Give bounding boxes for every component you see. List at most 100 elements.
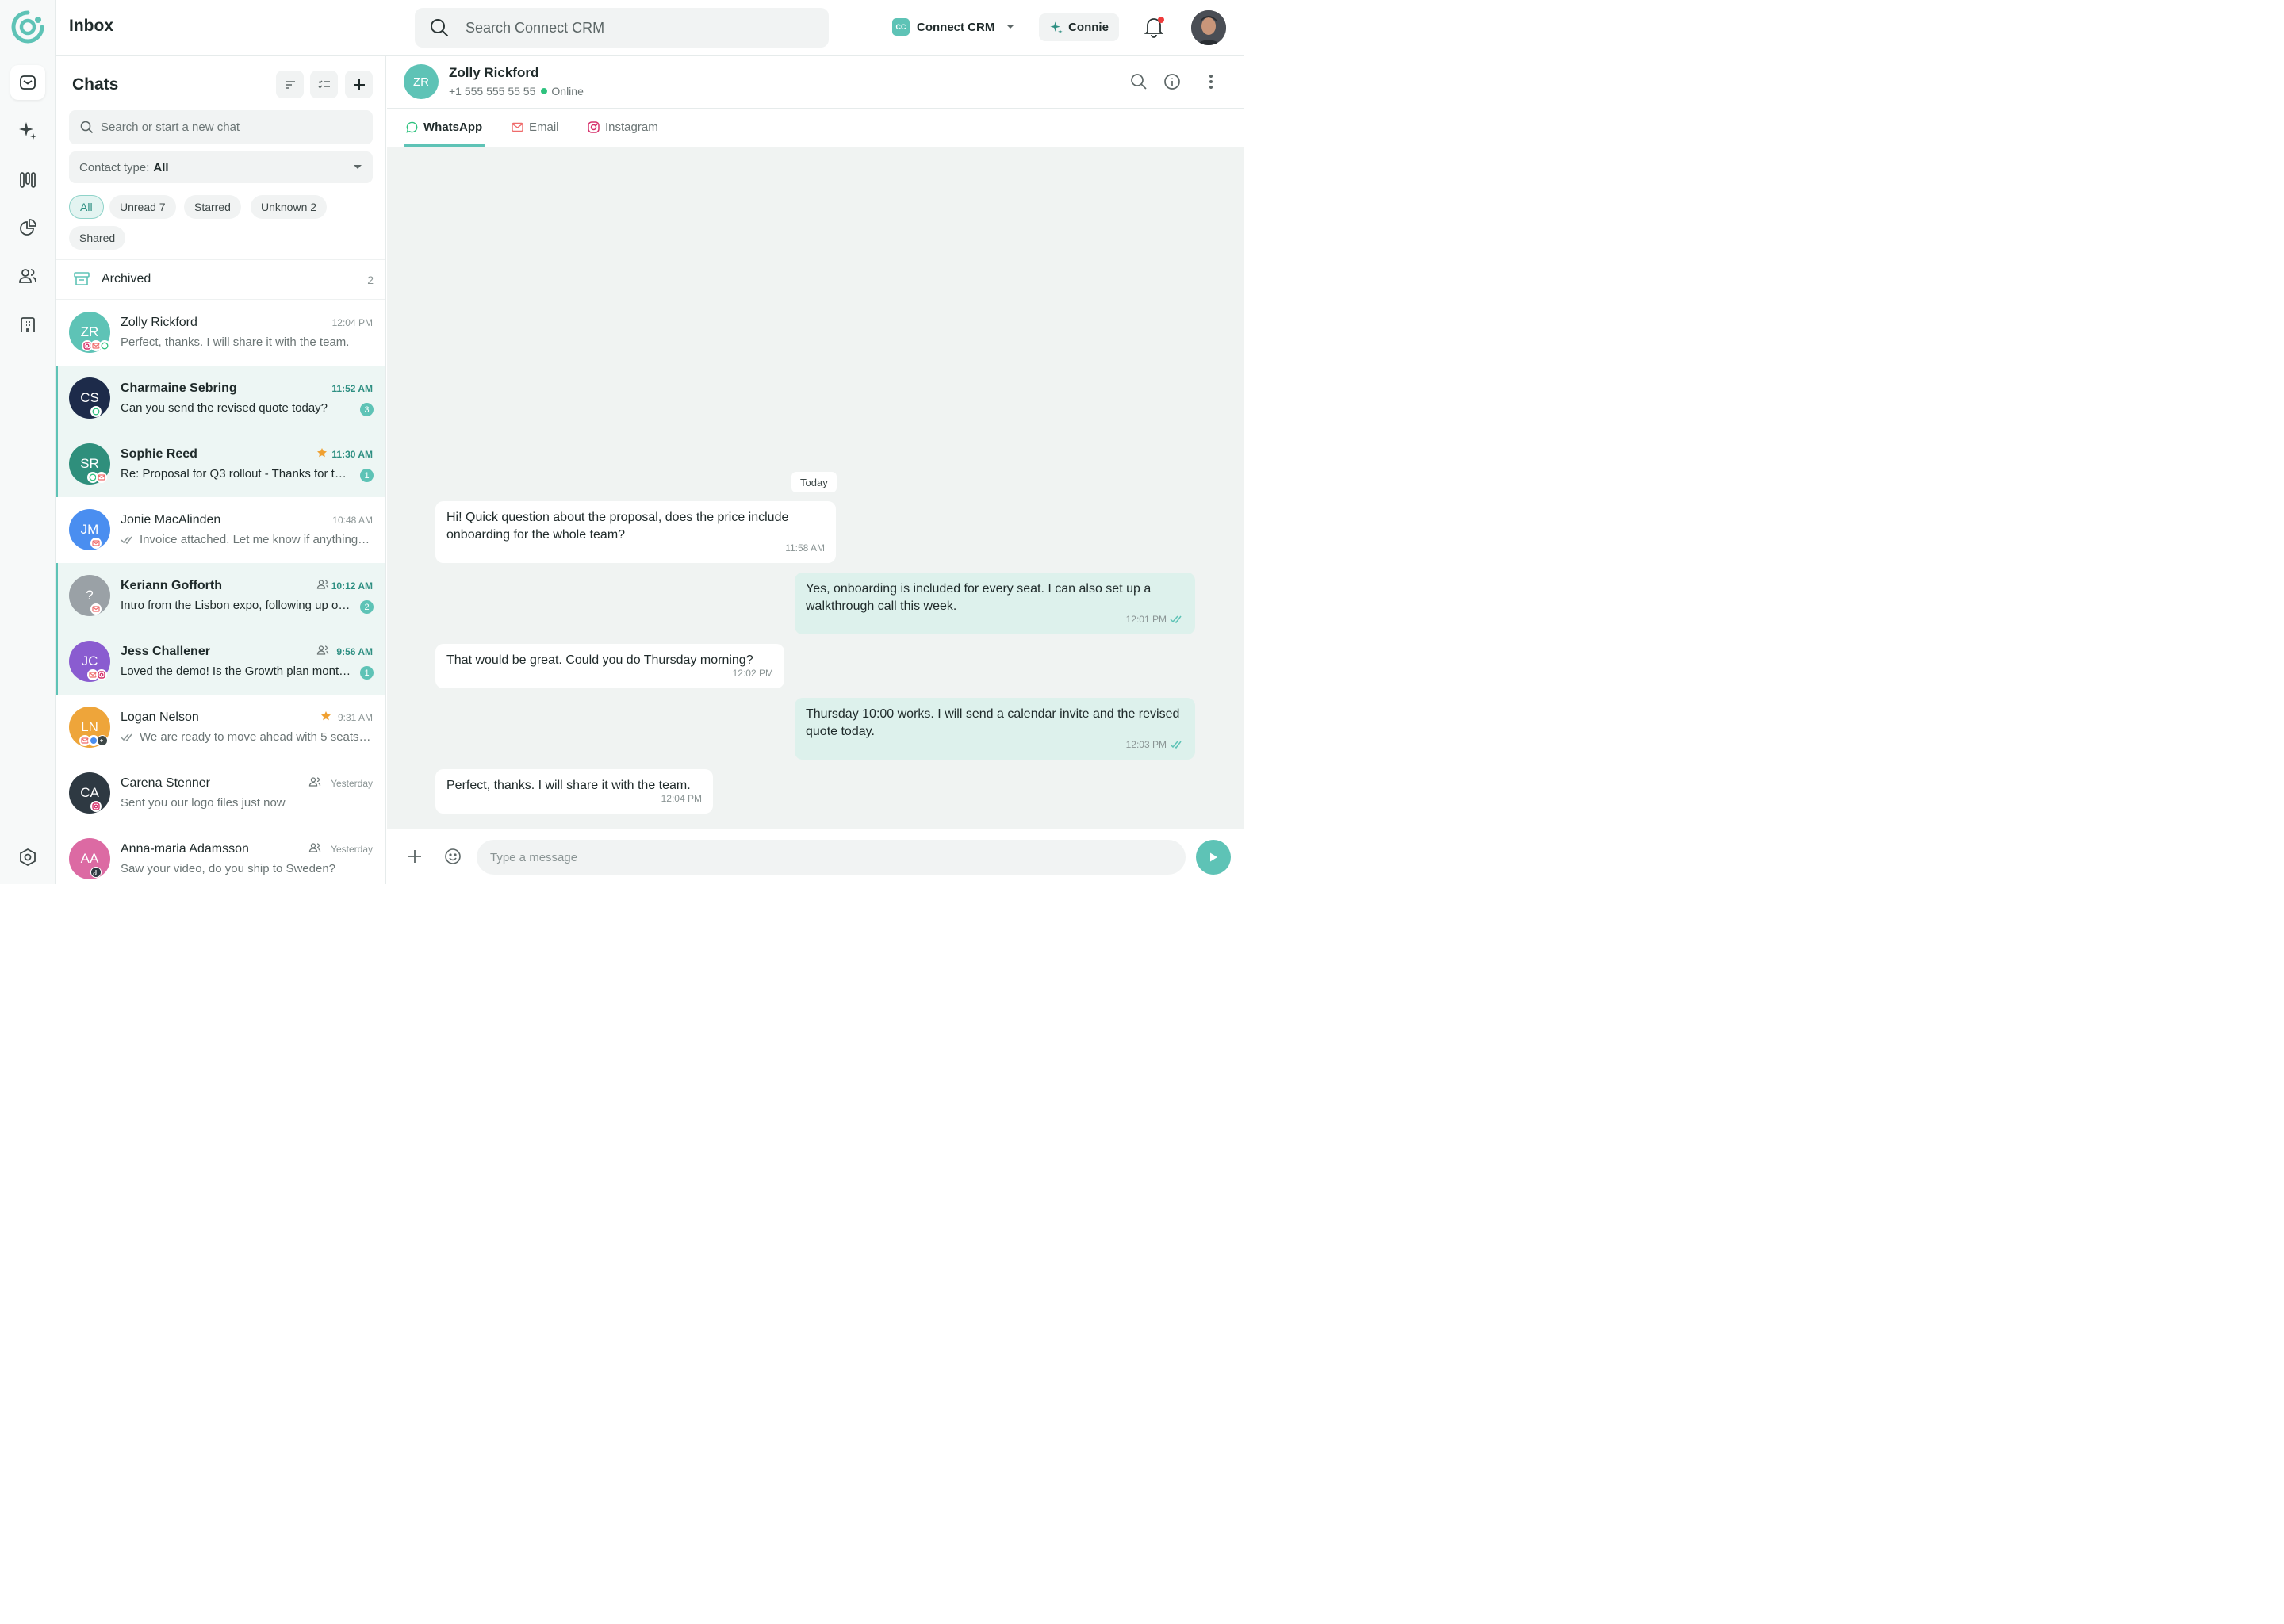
tab-whatsapp-label: WhatsApp [423, 121, 483, 134]
building-icon [21, 317, 35, 332]
message-bubble: Hi! Quick question about the proposal, d… [435, 501, 836, 563]
workspace-name: Connect CRM [917, 20, 995, 34]
chat-time: 11:30 AM [331, 449, 373, 460]
emoji-icon[interactable] [444, 848, 462, 865]
send-button[interactable] [1196, 840, 1231, 875]
contact-type-select[interactable]: Contact type: All [69, 151, 373, 183]
email-icon [90, 603, 102, 615]
contact-name[interactable]: Zolly Rickford [449, 65, 538, 81]
send-play-icon [1210, 852, 1217, 862]
pie-chart-icon [20, 219, 36, 236]
more-vertical-icon[interactable] [1208, 73, 1214, 90]
user-avatar[interactable] [1191, 10, 1226, 45]
filter-unread[interactable]: Unread 7 [109, 195, 176, 219]
workspace-badge: CC [892, 18, 910, 36]
chat-time: 10:48 AM [332, 515, 373, 526]
sparkle-icon [19, 122, 36, 140]
tab-whatsapp[interactable]: WhatsApp [406, 121, 482, 134]
chat-preview: Perfect, thanks. I will share it with th… [121, 335, 350, 349]
attach-plus-icon[interactable] [407, 848, 423, 864]
shared-users-icon [308, 777, 321, 787]
archived-row[interactable]: Archived 2 [56, 259, 385, 300]
unread-badge: 1 [360, 666, 374, 680]
nav-rail [0, 0, 56, 884]
sort-icon [285, 80, 295, 89]
star-icon [317, 448, 327, 458]
global-search-input[interactable]: Search Connect CRM [415, 8, 829, 48]
chat-item-zolly-rickford[interactable]: ZR Zolly Rickford 12:04 PM Perfect, than… [56, 300, 385, 366]
select-chats-button[interactable] [310, 71, 338, 98]
shared-users-icon [308, 843, 321, 852]
channel-icons [79, 735, 108, 746]
contacts-nav-button[interactable] [10, 259, 45, 293]
channel-icons [82, 340, 110, 351]
chat-item-jess-challener[interactable]: JC Jess Challener 9:56 AM Loved the demo… [56, 629, 385, 695]
connie-assistant-button[interactable]: Connie [1039, 13, 1119, 41]
filter-shared[interactable]: Shared [69, 226, 126, 250]
chats-title: Chats [72, 75, 119, 94]
whatsapp-icon [90, 406, 102, 417]
message-time: 12:03 PM [1125, 739, 1167, 750]
chat-preview: Re: Proposal for Q3 rollout - Thanks for… [121, 467, 352, 481]
chat-item-keriann-gofforth[interactable]: ? Keriann Gofforth 10:12 AM Intro from t… [56, 563, 385, 629]
message-input-placeholder: Type a message [490, 850, 578, 864]
chat-time: Yesterday [331, 778, 373, 789]
message-bubble: Yes, onboarding is included for every se… [795, 573, 1195, 634]
chat-name: Logan Nelson [121, 710, 199, 724]
filter-unknown[interactable]: Unknown 2 [251, 195, 328, 219]
chat-item-sophie-reed[interactable]: SR Sophie Reed 11:30 AM Re: Proposal for… [56, 431, 385, 497]
channel-tabs: WhatsApp Email Instagram [387, 109, 1244, 147]
contact-subline: +1 555 555 55 55 Online [449, 85, 584, 98]
message-text: Yes, onboarding is included for every se… [806, 582, 1152, 613]
conversation-header: ZR Zolly Rickford +1 555 555 55 55 Onlin… [387, 56, 1244, 109]
contact-type-value: All [153, 160, 169, 174]
chat-name: Jess Challener [121, 645, 210, 658]
chat-time: 9:31 AM [337, 712, 373, 723]
chat-search-input[interactable]: Search or start a new chat [69, 110, 373, 144]
active-tab-indicator [404, 144, 485, 147]
contact-avatar[interactable]: ZR [404, 64, 439, 99]
global-search-placeholder: Search Connect CRM [466, 19, 605, 36]
message-input[interactable]: Type a message [477, 840, 1186, 875]
sort-button[interactable] [276, 71, 304, 98]
tab-email-label: Email [529, 121, 559, 134]
unread-badge: 2 [360, 600, 374, 614]
channel-icons [90, 867, 102, 878]
message-time: 12:02 PM [732, 668, 773, 679]
mail-icon [20, 75, 36, 90]
whatsapp-icon [99, 340, 110, 351]
unread-badge: 1 [360, 469, 374, 482]
filter-starred[interactable]: Starred [184, 195, 241, 219]
tab-email[interactable]: Email [512, 121, 559, 134]
shared-users-icon [316, 645, 329, 655]
contact-status: Online [551, 85, 584, 98]
app-logo-icon[interactable] [11, 10, 44, 44]
reports-nav-button[interactable] [10, 210, 45, 245]
whatsapp-icon [406, 121, 418, 133]
chat-item-jonie-macalinden[interactable]: JM Jonie MacAlinden 10:48 AM Invoice att… [56, 497, 385, 563]
workspace-switcher[interactable]: CC Connect CRM [892, 18, 1015, 36]
tab-instagram[interactable]: Instagram [588, 121, 658, 134]
message-time: 12:04 PM [661, 793, 702, 804]
companies-nav-button[interactable] [10, 308, 45, 343]
chat-preview: Invoice attached. Let me know if anythin… [140, 533, 373, 546]
chat-item-carena-stenner[interactable]: CA Carena Stenner Yesterday Sent you our… [56, 760, 385, 826]
avatar: AA [69, 838, 110, 879]
message-time: 11:58 AM [785, 542, 825, 553]
filter-all[interactable]: All [69, 195, 104, 219]
inbox-nav-button[interactable] [10, 65, 45, 100]
settings-hex-icon [20, 848, 36, 867]
chat-time: Yesterday [331, 844, 373, 855]
new-chat-button[interactable] [345, 71, 373, 98]
chat-search-placeholder: Search or start a new chat [101, 121, 240, 134]
chat-item-logan-nelson[interactable]: LN Logan Nelson 9:31 AM We are ready to … [56, 695, 385, 760]
ai-nav-button[interactable] [10, 113, 45, 148]
chats-panel: Chats Search or start a new chat Contact… [56, 56, 386, 884]
settings-nav-button[interactable] [10, 840, 45, 875]
pipeline-nav-button[interactable] [10, 163, 45, 197]
message-bubble: That would be great. Could you do Thursd… [435, 644, 784, 688]
chat-item-charmaine-sebring[interactable]: CS Charmaine Sebring 11:52 AM Can you se… [56, 366, 385, 431]
chat-item-anna-maria-adamsson[interactable]: AA Anna-maria Adamsson Yesterday Saw you… [56, 826, 385, 884]
info-icon[interactable] [1163, 73, 1181, 90]
search-icon[interactable] [1130, 73, 1148, 90]
